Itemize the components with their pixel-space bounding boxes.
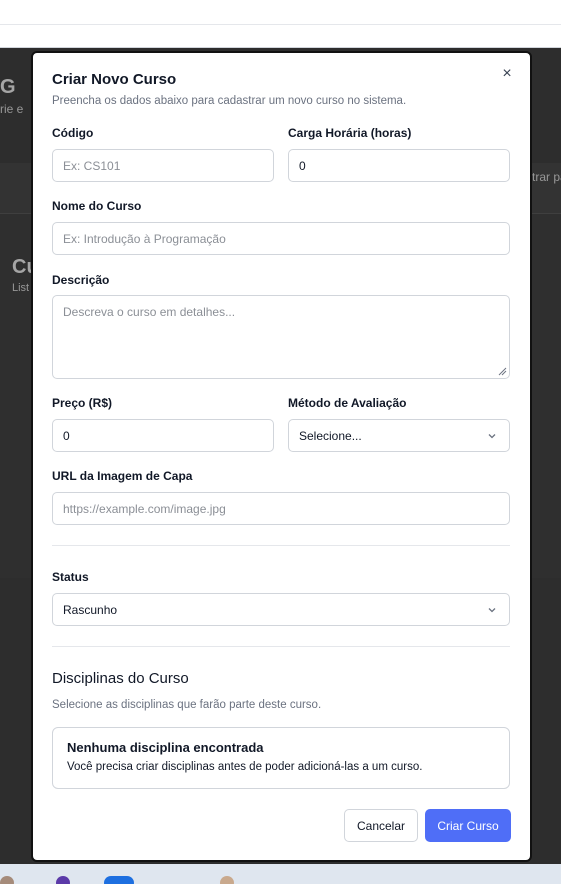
codigo-input[interactable]: Ex: CS101	[52, 149, 274, 182]
empty-state-description: Você precisa criar disciplinas antes de …	[67, 761, 423, 773]
cancel-button[interactable]: Cancelar	[344, 809, 418, 842]
create-course-dialog: × Criar Novo Curso Preencha os dados aba…	[31, 51, 532, 862]
create-course-button[interactable]: Criar Curso	[425, 809, 511, 842]
metodo-avaliacao-value: Selecione...	[299, 428, 362, 443]
taskbar-icon[interactable]	[0, 876, 14, 884]
browser-divider	[0, 24, 561, 25]
empty-state-title: Nenhuma disciplina encontrada	[67, 740, 264, 755]
preco-label: Preço (R$)	[52, 396, 113, 410]
preco-input[interactable]: 0	[52, 419, 274, 452]
chevron-down-icon	[488, 608, 496, 613]
url-imagem-label: URL da Imagem de Capa	[52, 469, 193, 483]
dialog-title: Criar Novo Curso	[52, 71, 177, 88]
browser-chrome	[0, 0, 561, 48]
disciplinas-title: Disciplinas do Curso	[52, 670, 189, 687]
close-icon[interactable]: ×	[496, 63, 518, 85]
nome-curso-label: Nome do Curso	[52, 199, 142, 213]
status-label: Status	[52, 570, 89, 584]
disciplinas-empty-state: Nenhuma disciplina encontrada Você preci…	[52, 727, 510, 789]
descricao-label: Descrição	[52, 273, 110, 287]
section-divider	[52, 646, 510, 647]
metodo-avaliacao-label: Método de Avaliação	[288, 396, 407, 410]
url-imagem-input[interactable]: https://example.com/image.jpg	[52, 492, 510, 525]
status-select[interactable]: Rascunho	[52, 593, 510, 626]
disciplinas-subtitle: Selecione as disciplinas que farão parte…	[52, 699, 322, 711]
taskbar-icon[interactable]	[104, 876, 134, 884]
codigo-label: Código	[52, 126, 94, 140]
section-divider	[52, 545, 510, 546]
taskbar-icon[interactable]	[56, 876, 70, 884]
nome-curso-input[interactable]: Ex: Introdução à Programação	[52, 222, 510, 255]
resize-handle-icon[interactable]	[498, 367, 507, 376]
carga-horaria-input[interactable]: 0	[288, 149, 510, 182]
status-value: Rascunho	[63, 602, 118, 617]
carga-horaria-label: Carga Horária (horas)	[288, 126, 412, 140]
chevron-down-icon	[488, 434, 496, 439]
taskbar-icon[interactable]	[220, 876, 234, 884]
metodo-avaliacao-select[interactable]: Selecione...	[288, 419, 510, 452]
descricao-placeholder: Descreva o curso em detalhes...	[63, 305, 236, 319]
taskbar	[0, 864, 561, 884]
descricao-textarea[interactable]: Descreva o curso em detalhes...	[52, 295, 510, 379]
dialog-subtitle: Preencha os dados abaixo para cadastrar …	[52, 95, 407, 107]
